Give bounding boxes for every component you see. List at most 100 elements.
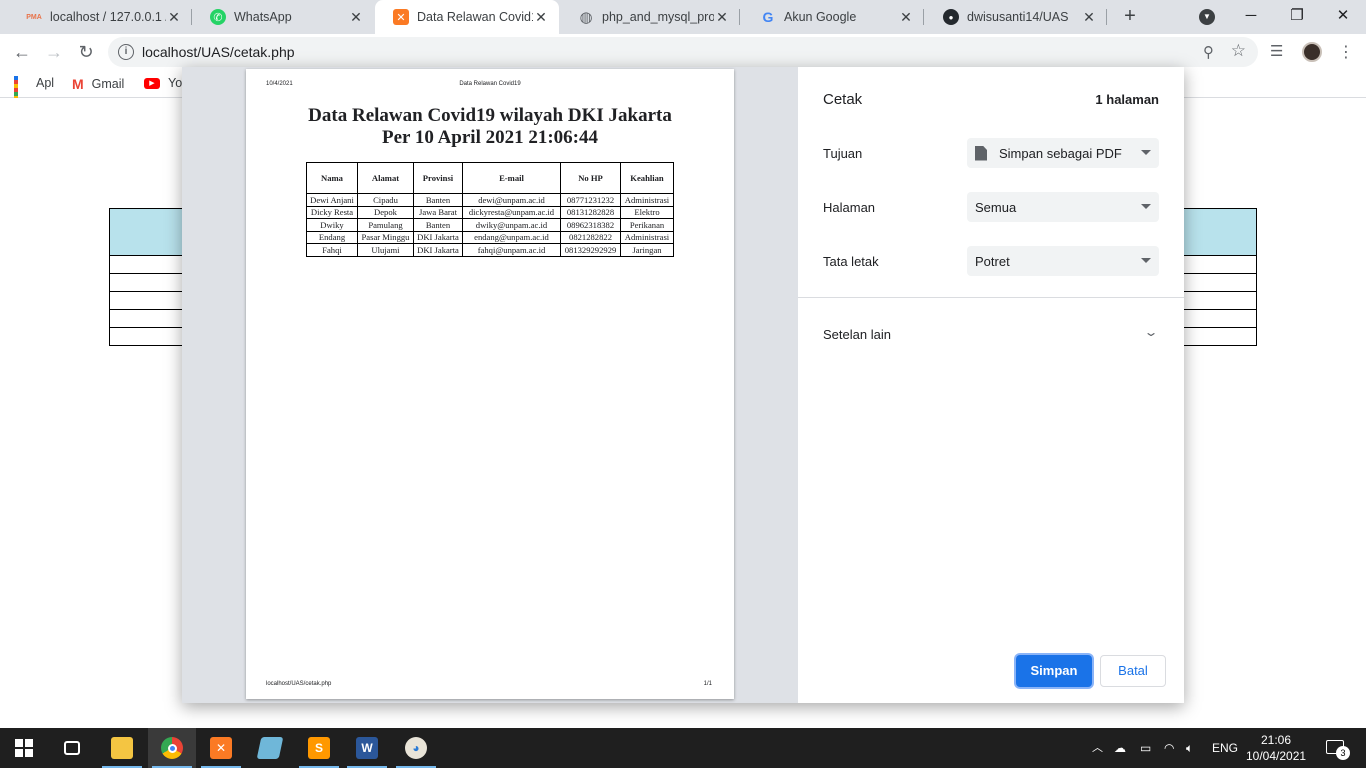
- table-cell: 08962318382: [560, 218, 621, 232]
- close-icon[interactable]: ✕: [714, 9, 730, 26]
- taskbar-paint[interactable]: ◕: [392, 728, 440, 768]
- tab-title: dwisusanti14/UAS: [967, 10, 1069, 24]
- taskbar-file-explorer[interactable]: [98, 728, 146, 768]
- save-button[interactable]: Simpan: [1016, 655, 1092, 687]
- table-cell: Perikanan: [620, 218, 674, 232]
- taskbar-chrome[interactable]: [148, 728, 196, 768]
- page-count: 1 halaman: [1095, 92, 1159, 107]
- table-cell: DKI Jakarta: [413, 230, 463, 244]
- google-icon: G: [762, 9, 774, 25]
- more-settings-toggle[interactable]: Setelan lain: [823, 327, 891, 342]
- table-cell: dickyresta@unpam.ac.id: [462, 205, 561, 219]
- column-header: Provinsi: [413, 162, 463, 194]
- close-icon[interactable]: ✕: [898, 9, 914, 26]
- zoom-icon[interactable]: ⚲: [1203, 43, 1214, 61]
- table-cell: 0821282822: [560, 230, 621, 244]
- layout-value: Potret: [975, 253, 1010, 269]
- close-icon[interactable]: ✕: [1081, 9, 1097, 26]
- preview-footer-url: localhost/UAS/cetak.php: [266, 681, 332, 687]
- destination-label: Tujuan: [823, 146, 863, 161]
- task-view-button[interactable]: [48, 728, 96, 768]
- battery-icon[interactable]: ▭: [1140, 728, 1151, 768]
- pages-label: Halaman: [823, 200, 876, 215]
- taskbar-xampp[interactable]: ✕: [197, 728, 245, 768]
- system-clock[interactable]: 21:06 10/04/2021: [1246, 732, 1306, 764]
- table-cell: DKI Jakarta: [413, 243, 463, 257]
- forward-arrow-icon[interactable]: →: [42, 40, 66, 64]
- table-cell: dwiky@unpam.ac.id: [462, 218, 561, 232]
- notification-count-badge: 3: [1336, 746, 1350, 760]
- preview-page: 10/4/2021 Data Relawan Covid19 Data Rela…: [246, 69, 734, 699]
- tab-data-relawan[interactable]: ✕ Data Relawan Covid19 ✕: [375, 0, 559, 34]
- table-cell: 08131282828: [560, 205, 621, 219]
- tab-whatsapp[interactable]: ✆ WhatsApp ✕: [192, 0, 374, 34]
- tab-title: php_and_mysql_progr...: [602, 10, 714, 24]
- table-cell: Cipadu: [357, 193, 414, 207]
- taskbar-sublime[interactable]: S: [295, 728, 343, 768]
- bookmark-label: Apl: [36, 76, 55, 90]
- chevron-down-icon[interactable]: ⌄: [1143, 325, 1158, 339]
- close-icon[interactable]: ✕: [533, 9, 549, 26]
- volume-icon[interactable]: 🔈︎: [1186, 728, 1193, 768]
- tab-separator: [1106, 9, 1107, 25]
- taskbar-word[interactable]: W: [343, 728, 391, 768]
- task-view-icon: [64, 741, 80, 755]
- xampp-icon: ✕: [210, 737, 232, 759]
- apps-icon: [14, 76, 28, 112]
- table-cell: 08771231232: [560, 193, 621, 207]
- table-cell: Jawa Barat: [413, 205, 463, 219]
- table-cell: Depok: [357, 205, 414, 219]
- taskbar-notepad[interactable]: [246, 728, 294, 768]
- close-icon[interactable]: ✕: [348, 9, 364, 26]
- chrome-icon: [161, 737, 183, 759]
- tab-phpmyadmin[interactable]: PMA localhost / 127.0.0.1 / ... ✕: [8, 0, 192, 34]
- start-button[interactable]: [0, 728, 48, 768]
- url-text[interactable]: localhost/UAS/cetak.php: [142, 44, 295, 60]
- bookmark-apps[interactable]: Apl: [14, 76, 55, 112]
- tab-title: WhatsApp: [234, 10, 292, 24]
- tab-title: localhost / 127.0.0.1 / ...: [50, 10, 166, 24]
- table-row: Dicky Resta Depok Jawa Barat dickyresta@unp…: [306, 205, 674, 219]
- notepad-icon: [256, 737, 284, 759]
- close-icon[interactable]: ✕: [166, 9, 182, 26]
- layout-select[interactable]: Potret: [967, 246, 1159, 276]
- pages-select[interactable]: Semua: [967, 192, 1159, 222]
- reading-list-icon[interactable]: ☰: [1270, 42, 1283, 60]
- destination-value: Simpan sebagai PDF: [999, 145, 1122, 161]
- back-arrow-icon[interactable]: ←: [10, 40, 34, 64]
- language-indicator[interactable]: ENG: [1212, 728, 1238, 768]
- table-row: Fahqi Ulujami DKI Jakarta fahqi@unpam.ac.id…: [306, 243, 674, 257]
- restore-button[interactable]: ❐: [1274, 0, 1320, 34]
- bookmark-star-icon[interactable]: ☆: [1231, 41, 1246, 61]
- bookmark-gmail[interactable]: M Gmail: [72, 76, 124, 92]
- youtube-icon: ▶: [144, 77, 160, 89]
- show-hidden-icons-icon[interactable]: ︿: [1092, 728, 1103, 768]
- reload-icon[interactable]: ↻: [74, 40, 98, 64]
- tab-separator: [739, 9, 740, 25]
- preview-header-title: Data Relawan Covid19: [459, 81, 521, 87]
- tab-github[interactable]: ● dwisusanti14/UAS ✕: [925, 0, 1107, 34]
- minimize-button[interactable]: ─: [1228, 0, 1274, 34]
- sublime-text-icon: S: [308, 737, 330, 759]
- windows-logo-icon: [15, 739, 33, 757]
- tab-search-icon[interactable]: ▼: [1199, 9, 1215, 25]
- site-info-icon[interactable]: i: [118, 44, 134, 60]
- avatar[interactable]: [1302, 42, 1322, 62]
- print-dialog: 10/4/2021 Data Relawan Covid19 Data Rela…: [182, 67, 1184, 703]
- print-settings-panel: Cetak 1 halaman Tujuan Simpan sebagai PD…: [798, 67, 1184, 703]
- wifi-icon[interactable]: ◠: [1164, 728, 1174, 768]
- close-window-button[interactable]: ✕: [1320, 0, 1366, 34]
- tab-php-mysql[interactable]: ◍ php_and_mysql_progr... ✕: [560, 0, 740, 34]
- column-header: Nama: [306, 162, 358, 194]
- menu-kebab-icon[interactable]: ⋮: [1338, 42, 1354, 62]
- address-bar[interactable]: i localhost/UAS/cetak.php ⚲ ☆: [108, 37, 1258, 67]
- cancel-button[interactable]: Batal: [1100, 655, 1166, 687]
- destination-select[interactable]: Simpan sebagai PDF: [967, 138, 1159, 168]
- tab-akun-google[interactable]: G Akun Google ✕: [742, 0, 924, 34]
- onedrive-icon[interactable]: ☁: [1114, 728, 1126, 768]
- document-icon: [975, 145, 987, 161]
- column-header: Keahlian: [620, 162, 674, 194]
- table-cell: dewi@unpam.ac.id: [462, 193, 561, 207]
- new-tab-button[interactable]: +: [1118, 4, 1142, 28]
- table-cell: Pasar Minggu: [357, 230, 414, 244]
